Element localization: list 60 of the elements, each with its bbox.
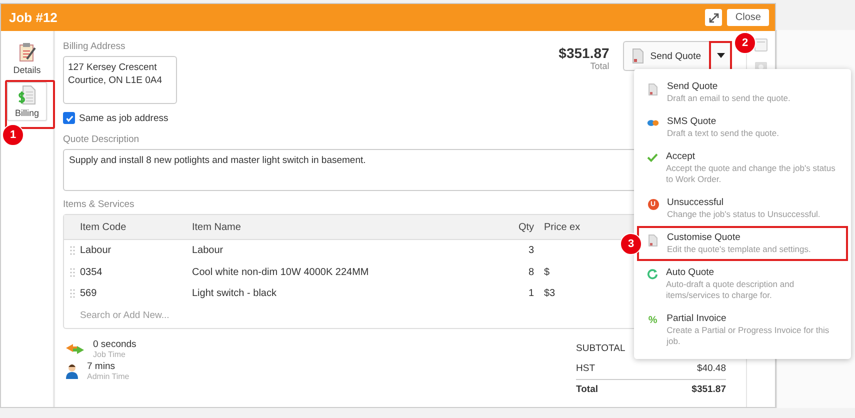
column-header: Item Code [80,222,128,232]
summary-value: $351.87 [692,384,726,395]
document-icon [632,48,644,64]
caret-icon [716,53,724,59]
summary-label: SUBTOTAL [576,343,626,354]
chat-icon [647,118,659,128]
drag-handle-icon[interactable] [70,246,74,256]
menu-item[interactable]: SMS Quote Draft a text to send the quote. [637,110,848,145]
document-icon [648,234,658,247]
arrows-icon [65,342,85,354]
summary-value: $40.48 [696,363,726,374]
note-icon[interactable] [754,38,768,52]
send-quote-button[interactable]: Send Quote [623,41,709,71]
table-cell-text: 8 [527,266,534,278]
clipboard-icon [17,42,37,62]
expand-icon[interactable] [705,9,722,26]
time-label: Job Time [93,350,126,358]
table-cell: $3 [544,288,556,300]
percent-icon: % [648,315,658,347]
table-cell-text: Labour [80,245,112,256]
sidebar-item[interactable]: Details [7,39,47,78]
checkbox[interactable] [63,112,75,124]
drag-handle-icon[interactable] [70,289,74,298]
table-cell-text: Cool white non-dim 10W 4000K 224MM [192,266,370,278]
menu-item[interactable]: Customise Quote Edit the quote's template and settings. [637,226,848,261]
table-cell-text: 569 [80,288,98,300]
table-cell-text: 0354 [80,266,104,278]
menu-item[interactable]: Send Quote Draft an email to send the quote. [637,75,848,110]
table-cell-text: Light switch - black [192,288,278,300]
close-button[interactable]: Close [727,9,769,26]
field-label: Quote Description [63,134,140,145]
summary-label: Total [576,384,598,395]
field-label: Billing Address [63,41,126,52]
table-cell: $ [544,266,550,278]
document-icon [648,83,658,96]
column-header: Qty [517,222,534,232]
check-icon [647,153,658,162]
address-field[interactable]: 127 Kersey Crescent Courtice, ON L1E 0A4 [63,56,177,104]
total-amount: $351.87 [558,45,610,61]
total-label: Total [590,61,610,71]
dropdown-button[interactable] [709,41,732,71]
summary-label: HST [576,363,595,374]
sidebar-item[interactable]: Billing [7,82,47,121]
window-title: Job #12 [9,10,58,25]
person-icon [65,362,79,378]
column-header: Price ex [543,222,580,232]
table-cell-text: 1 [527,288,534,300]
menu-item[interactable]: Auto Quote Auto-draft a quote description and items/services to charge for. [637,261,848,307]
refresh-icon [647,269,658,280]
table-cell-text: 3 [527,245,534,256]
checkbox-row[interactable]: Same as job address [63,112,559,124]
drag-handle-icon[interactable] [70,268,74,277]
column-header: Item Name [192,222,242,232]
section-label: Items & Services [63,199,134,210]
menu-item[interactable]: % Partial Invoice Create a Partial or Progress Invoice for this job. [637,307,848,353]
invoice-icon [17,85,37,105]
time-value: 7 mins [87,360,116,372]
time-value: 0 seconds [93,338,136,350]
time-label: Admin Time [87,372,130,380]
table-cell-text: Labour [192,245,224,256]
